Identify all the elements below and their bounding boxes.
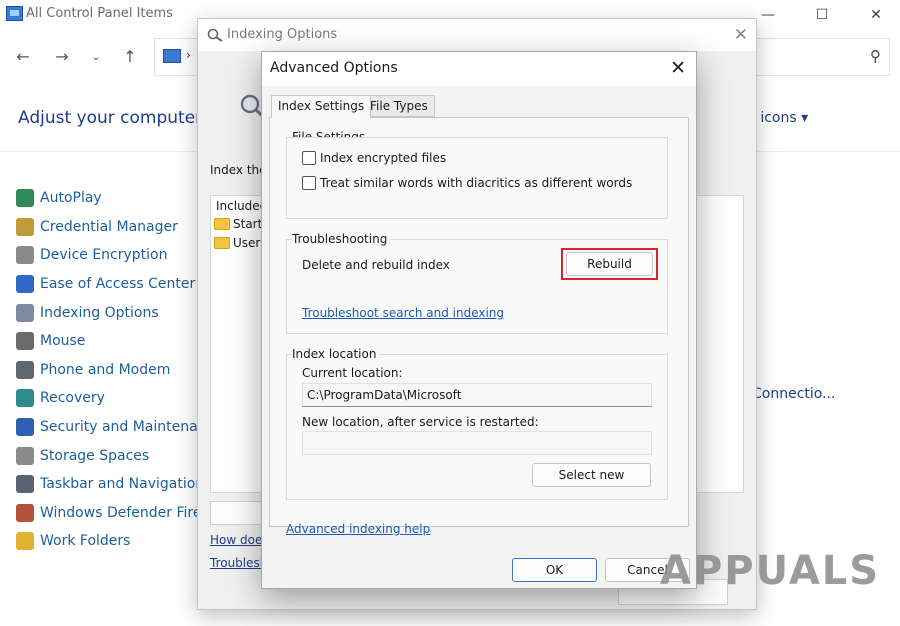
page-title: Adjust your computer's [18,108,216,128]
indexing-options-title: Indexing Options [227,27,338,42]
control-panel-item-label: Recovery [40,390,105,407]
search-icon[interactable]: ⚲ [870,47,881,65]
control-panel-item[interactable]: Storage Spaces [16,441,206,470]
close-icon[interactable]: ✕ [864,4,888,26]
up-arrow-icon[interactable]: ↑ [118,46,142,68]
control-panel-item-label: Ease of Access Center [40,276,196,293]
advanced-indexing-help-link[interactable]: Advanced indexing help [286,522,430,536]
troubleshooting-title: Troubleshooting [292,232,391,246]
troubleshoot-link[interactable]: Troublesh [210,556,267,570]
control-panel-item-label: Indexing Options [40,304,159,321]
control-panel-item[interactable]: Indexing Options [16,298,206,327]
index-location-title: Index location [292,347,380,361]
device-encryption-icon [16,246,34,265]
checkbox-box[interactable] [302,151,316,165]
control-panel-item[interactable]: Windows Defender Firewall [16,499,229,528]
watermark-text: APPUALS [660,548,881,594]
current-location-label: Current location: [302,366,403,380]
list-item[interactable]: Users [214,236,267,250]
rebuild-highlight-box: Rebuild [561,248,658,280]
advanced-options-dialog: Advanced Options ✕ Index Settings File T… [261,51,697,589]
current-location-field: C:\ProgramData\Microsoft [302,383,652,407]
control-panel-item[interactable]: Mouse [16,327,206,356]
recovery-icon [16,389,34,408]
folder-icon [214,237,230,249]
control-panel-item-label: Device Encryption [40,247,168,264]
control-panel-items-list: AutoPlay Credential Manager Device Encrypt… [16,184,229,556]
control-panel-item[interactable]: Ease of Access Center [16,270,206,299]
control-panel-item-label: Credential Manager [40,218,178,235]
window-title: All Control Panel Items [26,6,173,21]
phone-modem-icon [16,360,34,379]
advanced-options-titlebar: Advanced Options ✕ [262,52,696,86]
control-panel-item[interactable]: Taskbar and Navigation [16,470,206,499]
indexing-options-icon [207,28,223,42]
indexing-options-titlebar: Indexing Options ✕ [198,19,756,51]
control-panel-item[interactable]: Work Folders [16,527,206,556]
control-panel-item[interactable]: Device Encryption [16,241,206,270]
select-new-button[interactable]: Select new [532,463,651,487]
control-panel-item[interactable]: Credential Manager [16,213,206,242]
network-connections-link[interactable]: Connectio... [752,386,835,402]
mouse-icon [16,332,34,351]
control-panel-item-label: Phone and Modem [40,361,171,378]
work-folders-icon [16,532,34,551]
control-panel-item-label: Taskbar and Navigation [40,476,205,493]
taskbar-icon [16,475,34,494]
view-by-dropdown[interactable]: l icons ▾ [752,110,808,126]
recent-chevron-down-icon[interactable]: ⌄ [84,46,108,68]
maximize-icon[interactable]: ☐ [810,4,834,26]
tab-file-types[interactable]: File Types [363,95,435,117]
back-arrow-icon[interactable]: ← [11,46,35,68]
troubleshoot-search-link[interactable]: Troubleshoot search and indexing [302,306,504,320]
advanced-close-icon[interactable]: ✕ [670,57,686,79]
control-panel-item-label: Security and Maintenance [40,419,223,436]
control-panel-item-label: Mouse [40,333,86,350]
rebuild-button[interactable]: Rebuild [566,252,653,276]
control-panel-item[interactable]: Security and Maintenance [16,413,223,442]
control-panel-item[interactable]: Phone and Modem [16,356,206,385]
control-panel-item-label: AutoPlay [40,190,102,207]
new-location-field [302,431,652,455]
tab-index-settings[interactable]: Index Settings [271,95,372,118]
appuals-watermark: APPUALS [660,538,890,608]
indexing-options-icon [16,303,34,322]
minimize-icon[interactable]: — [756,4,780,26]
storage-spaces-icon [16,446,34,465]
index-encrypted-files-checkbox[interactable]: Index encrypted files [302,151,446,165]
control-panel-item[interactable]: Recovery [16,384,206,413]
index-settings-panel: File Settings Index encrypted files Trea… [269,117,689,536]
ease-of-access-icon [16,275,34,294]
new-location-label: New location, after service is restarted… [302,415,539,429]
included-locations-header: Included [216,199,268,213]
firewall-icon [16,503,34,522]
control-panel-icon [6,6,23,21]
checkbox-box[interactable] [302,176,316,190]
security-flag-icon [16,418,34,437]
advanced-options-title: Advanced Options [270,60,398,76]
indexing-close-icon[interactable]: ✕ [734,25,748,45]
list-item[interactable]: Start [214,217,262,231]
how-does-indexing-link[interactable]: How does [210,533,269,547]
control-panel-item-label: Work Folders [40,533,131,550]
forward-arrow-icon[interactable]: → [50,46,74,68]
autoplay-icon [16,189,34,208]
control-panel-item[interactable]: AutoPlay [16,184,206,213]
ok-button[interactable]: OK [512,558,597,582]
rebuild-description: Delete and rebuild index [302,258,450,272]
control-panel-item-label: Storage Spaces [40,447,150,464]
diacritics-checkbox[interactable]: Treat similar words with diacritics as d… [302,176,632,190]
credential-manager-icon [16,217,34,236]
folder-icon [214,218,230,230]
index-locations-label: Index the [210,163,267,177]
control-panel-address-icon [163,49,181,63]
breadcrumb-chevron-icon[interactable]: › [186,48,191,62]
